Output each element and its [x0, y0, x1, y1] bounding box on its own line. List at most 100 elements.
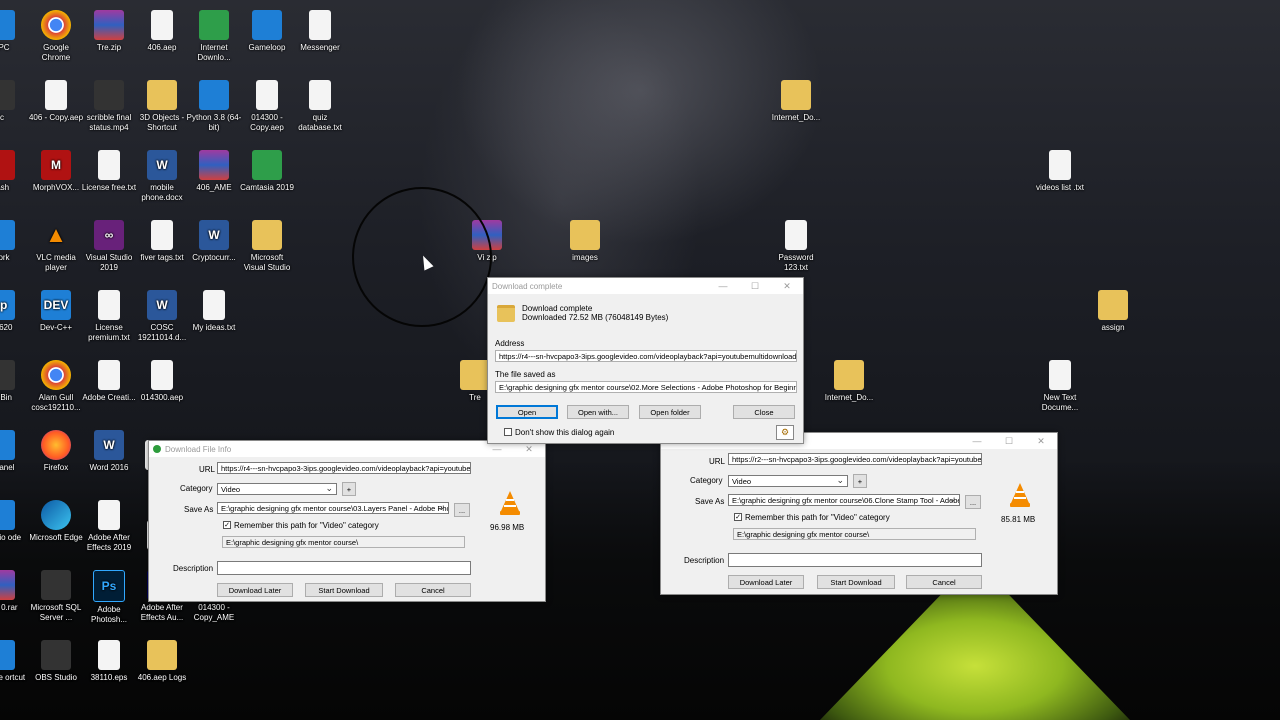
dont-show-checkbox[interactable] [504, 428, 512, 436]
add-category-button[interactable]: + [853, 474, 867, 488]
description-input[interactable] [728, 553, 982, 567]
category-select[interactable]: Video [217, 483, 337, 495]
desktop-icon[interactable]: hp & z620 [0, 290, 28, 333]
desktop-icon[interactable]: W COSC 19211014.d... [134, 290, 190, 343]
desktop-icon[interactable]: ans.exe ortcut [0, 640, 28, 683]
open-button[interactable]: Open [496, 405, 558, 419]
desktop-icon[interactable]: sc [0, 80, 28, 123]
desktop-icon[interactable]: W Cryptocurr... [186, 220, 242, 263]
desktop-icon[interactable]: cle Bin [0, 360, 28, 403]
desktop-icon[interactable]: License free.txt [81, 150, 137, 193]
start-download-button[interactable]: Start Download [817, 575, 895, 589]
desktop-icon[interactable]: Gameloop [239, 10, 295, 53]
desktop-icon[interactable]: Ps Adobe Photosh... [81, 570, 137, 625]
desktop-icon[interactable]: My ideas.txt [186, 290, 242, 333]
devcpp-icon: DEV [41, 290, 71, 320]
desktop-icon-label: 406_AME [196, 183, 232, 192]
browse-button[interactable]: ... [454, 503, 470, 517]
desktop-icon[interactable]: 20 & 0.rar [0, 570, 28, 613]
desktop-icon[interactable]: ol Panel [0, 430, 28, 473]
desktop-icon[interactable]: Adobe After Effects 2019 [81, 500, 137, 553]
desktop-icon[interactable]: scribble final status.mp4 [81, 80, 137, 133]
desktop-icon[interactable]: l Studio ode [0, 500, 28, 543]
close-button[interactable]: Close [733, 405, 795, 419]
cancel-button[interactable]: Cancel [395, 583, 471, 597]
desktop-icon[interactable]: Camtasia 2019 [239, 150, 295, 193]
desktop-icon[interactable]: Microsoft Edge [28, 500, 84, 543]
desktop-icon[interactable]: New Text Docume... [1032, 360, 1088, 413]
url-input[interactable]: https://r2---sn-hvcpapo3-3ips.googlevide… [728, 453, 982, 465]
desktop-icon[interactable]: OBS Studio [28, 640, 84, 683]
desktop-icon[interactable]: is PC [0, 10, 28, 53]
desktop-icon-label: Alam Gull cosc192110... [31, 393, 81, 412]
remember-path-checkbox[interactable]: ✓ [734, 513, 742, 521]
minimize-icon[interactable]: — [961, 433, 993, 449]
folder-icon [781, 80, 811, 110]
desktop-icon[interactable]: Firefox [28, 430, 84, 473]
start-download-button[interactable]: Start Download [305, 583, 383, 597]
edge-icon [41, 500, 71, 530]
desktop-icon[interactable]: 406.aep Logs [134, 640, 190, 683]
browse-button[interactable]: ... [965, 495, 981, 509]
desktop-icon[interactable]: 3D Objects - Shortcut [134, 80, 190, 133]
desktop-icon[interactable]: M MorphVOX... [28, 150, 84, 193]
desktop-icon[interactable]: ▲ VLC media player [28, 220, 84, 273]
desktop-icon-label: Adobe Creati... [82, 393, 136, 402]
open-folder-button[interactable]: Open folder [639, 405, 701, 419]
minimize-icon[interactable]: — [707, 278, 739, 294]
desktop-icon[interactable]: Alam Gull cosc192110... [28, 360, 84, 413]
desktop-icon[interactable]: License premium.txt [81, 290, 137, 343]
desktop-icon[interactable]: 38110.eps [81, 640, 137, 683]
settings-icon[interactable]: ⚙ [776, 425, 794, 440]
download-complete-heading: Download complete [522, 304, 593, 313]
desktop-icon[interactable]: Internet Downlo... [186, 10, 242, 63]
category-label: Category [690, 476, 723, 485]
desktop-icon[interactable]: Wmobile phone.docx [134, 150, 190, 203]
desktop-icon[interactable]: Google Chrome [28, 10, 84, 63]
desktop-icon[interactable]: 406.aep [134, 10, 190, 53]
desktop-icon[interactable]: Password 123.txt [768, 220, 824, 273]
desktop-icon[interactable]: DEV Dev-C++ [28, 290, 84, 333]
category-select[interactable]: Video [728, 475, 848, 487]
close-icon[interactable]: ✕ [1025, 433, 1057, 449]
save-as-select[interactable]: E:\graphic designing gfx mentor course\0… [217, 502, 449, 514]
desktop-icon[interactable]: images [557, 220, 613, 263]
desktop-icon[interactable]: 406_AME [186, 150, 242, 193]
desktop-icon[interactable]: twork [0, 220, 28, 263]
desktop-icon[interactable]: Messenger [292, 10, 348, 53]
desktop-icon[interactable]: Tre.zip [81, 10, 137, 53]
desktop-icon[interactable]: Bash [0, 150, 28, 193]
cancel-button[interactable]: Cancel [906, 575, 982, 589]
download-later-button[interactable]: Download Later [728, 575, 804, 589]
desktop-icon[interactable]: assign [1085, 290, 1141, 333]
desktop-icon[interactable]: 014300 - Copy.aep [239, 80, 295, 133]
desktop-icon[interactable]: Microsoft Visual Studio [239, 220, 295, 273]
desktop-icon-label: & z620 [0, 323, 13, 332]
desktop-icon[interactable]: Internet_Do... [768, 80, 824, 123]
remember-path-checkbox[interactable]: ✓ [223, 521, 231, 529]
desktop-icon[interactable]: quiz database.txt [292, 80, 348, 133]
download-later-button[interactable]: Download Later [217, 583, 293, 597]
desktop-icon-label: scribble final status.mp4 [86, 113, 132, 132]
desktop-icon-label: 014300 - Copy.aep [250, 113, 284, 132]
desktop-icon[interactable]: Internet_Do... [821, 360, 877, 403]
desktop-icon[interactable]: ∞ Visual Studio 2019 [81, 220, 137, 273]
url-input[interactable]: https://r4---sn-hvcpapo3-3ips.googlevide… [217, 462, 471, 474]
maximize-icon[interactable]: ☐ [993, 433, 1025, 449]
save-as-select[interactable]: E:\graphic designing gfx mentor course\0… [728, 494, 960, 506]
desktop-icon[interactable]: fiver tags.txt [134, 220, 190, 263]
description-input[interactable] [217, 561, 471, 575]
close-icon[interactable]: ✕ [771, 278, 803, 294]
open-with-button[interactable]: Open with... [567, 405, 629, 419]
add-category-button[interactable]: + [342, 482, 356, 496]
desktop-icon[interactable]: 406 - Copy.aep [28, 80, 84, 123]
desktop-icon[interactable]: Microsoft SQL Server ... [28, 570, 84, 623]
file-icon [151, 220, 173, 250]
desktop-icon[interactable]: Python 3.8 (64-bit) [186, 80, 242, 133]
maximize-icon[interactable]: ☐ [739, 278, 771, 294]
desktop-icon[interactable]: 014300.aep [134, 360, 190, 403]
address-label: Address [495, 339, 525, 348]
desktop-icon[interactable]: Adobe Creati... [81, 360, 137, 403]
desktop-icon[interactable]: videos list .txt [1032, 150, 1088, 193]
desktop-icon-label: Internet Downlo... [197, 43, 231, 62]
